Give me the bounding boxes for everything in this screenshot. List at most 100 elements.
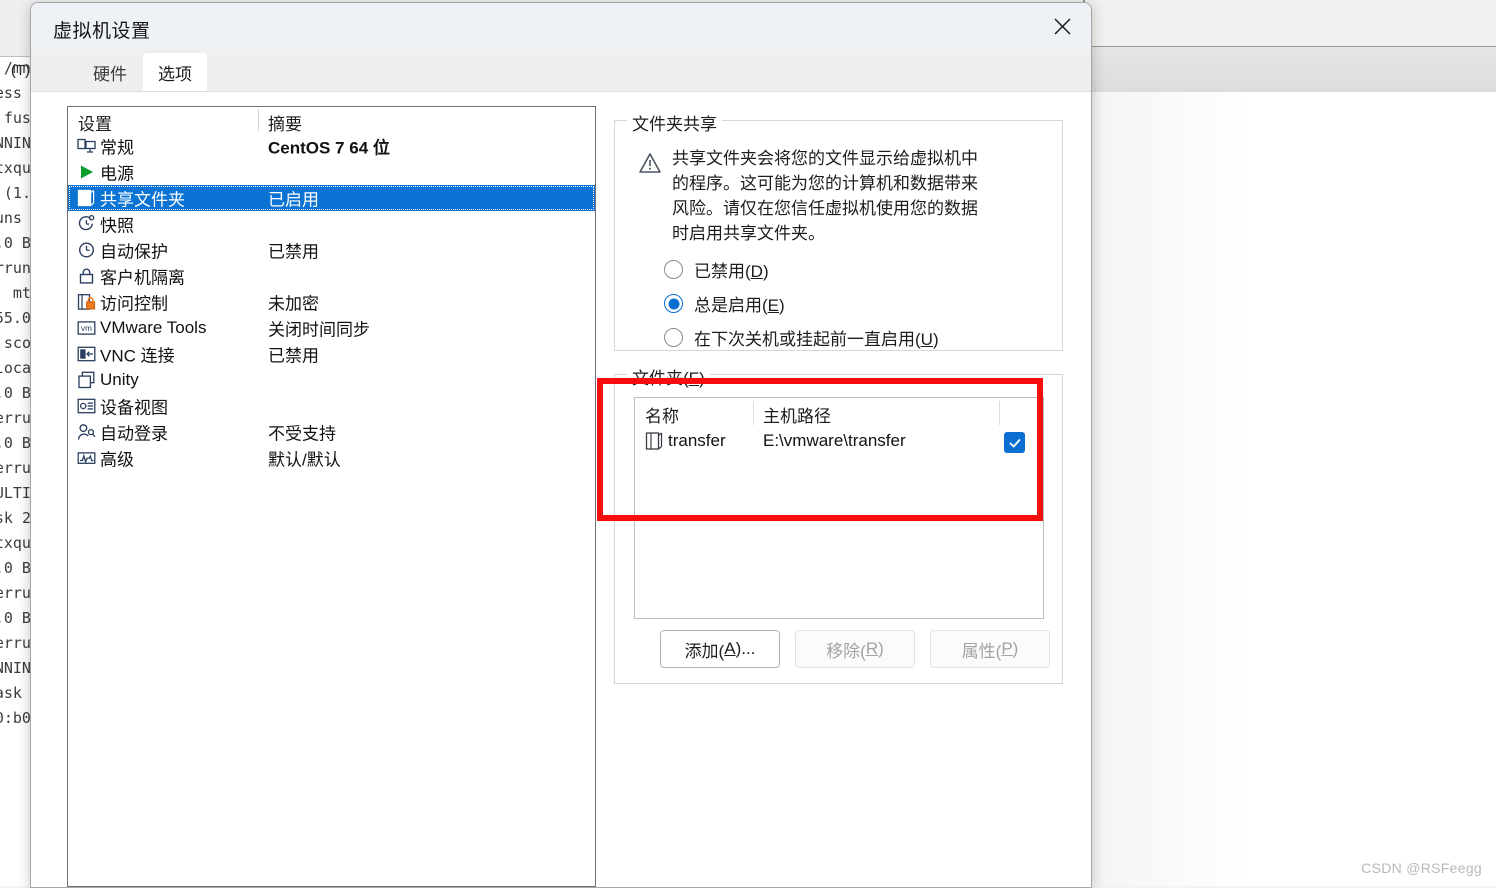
- background-right-body: [1083, 92, 1496, 886]
- settings-list-item-label: 电源: [100, 164, 134, 184]
- settings-list-item-5[interactable]: 自动保护 已禁用: [68, 237, 595, 263]
- settings-list-item-summary: 已启用: [268, 190, 319, 210]
- terminal-line: TX packets 0 bytes 0 (0.0 B): [0, 434, 30, 452]
- settings-list-item-label: 自动保护: [100, 242, 168, 262]
- options-right-pane: 文件夹共享 共享文件夹会将您的文件显示给虚拟机中的程序。这可能为您的计算机和数据…: [614, 106, 1074, 887]
- background-terminal-output: shared folders are mounted under /mnt you…: [0, 56, 30, 886]
- terminal-line: TX errors 0 dropped 0 overruns 0: [0, 209, 22, 227]
- radio-mark: [664, 294, 683, 313]
- settings-list-item-10[interactable]: Unity: [68, 367, 595, 393]
- settings-list-item-summary: 默认/默认: [268, 450, 341, 470]
- watermark: CSDN @RSFeegg: [1361, 860, 1482, 876]
- folder-enabled-checkbox[interactable]: [1004, 432, 1025, 453]
- unity-icon: [77, 371, 96, 390]
- settings-list-item-label: 自动登录: [100, 424, 168, 444]
- settings-list-item-label: 快照: [100, 216, 134, 236]
- column-header-settings: 设置: [78, 115, 112, 134]
- folder-properties-button: 属性(P): [930, 630, 1050, 668]
- settings-list-item-12[interactable]: 自动登录 不受支持: [68, 419, 595, 445]
- tab-options[interactable]: 选项: [143, 53, 207, 92]
- settings-list-item-label: 设备视图: [100, 398, 168, 418]
- settings-list-item-summary: 已禁用: [268, 346, 319, 366]
- radio-label-until: 在下次关机或挂起前一直启用(U): [694, 330, 939, 349]
- settings-list-item-label: 常规: [100, 138, 134, 158]
- terminal-line: flags=4163<UP,BROADCAST,RUNNING: [0, 659, 30, 677]
- folder-sharing-group: 文件夹共享 共享文件夹会将您的文件显示给虚拟机中的程序。这可能为您的计算机和数据…: [614, 110, 1063, 351]
- table-row[interactable]: transfer E:\vmware\transfer: [635, 427, 1043, 457]
- radio-mark: [664, 328, 683, 347]
- settings-list-item-label: VNC 连接: [100, 346, 175, 366]
- radio-sharing-always-enabled[interactable]: 总是启用(E): [664, 291, 785, 316]
- terminal-lines-container: shared folders are mounted under /mnt you…: [0, 56, 30, 731]
- dialog-title: 虚拟机设置: [53, 21, 151, 42]
- radio-label-disabled: 已禁用(D): [694, 262, 769, 281]
- folder-sharing-warning-text: 共享文件夹会将您的文件显示给虚拟机中的程序。这可能为您的计算机和数据带来风险。请…: [672, 149, 978, 243]
- terminal-line: TX packets 0 bytes 0 (0.0 B): [0, 609, 30, 627]
- add-folder-button[interactable]: 添加(A)...: [660, 630, 780, 668]
- folders-header-separator-2: [999, 401, 1000, 425]
- folder-sharing-group-title: 文件夹共享: [627, 110, 722, 135]
- shared-folders-table[interactable]: 名称 主机路径 transfer E:\vmware\transfer: [634, 397, 1044, 619]
- terminal-line: RX packets 0 bytes 0 (0.0 B): [0, 384, 30, 402]
- settings-list-item-label: 高级: [100, 450, 134, 470]
- folder-host-path: E:\vmware\transfer: [763, 431, 906, 450]
- dialog-content: 设置 摘要 常规 CentOS 7 64 位电源 共享文件夹 已启用 快照 自动保护 已禁用…: [31, 92, 1091, 887]
- header-separator: [258, 109, 259, 131]
- auto-login-icon: [77, 423, 96, 442]
- terminal-line: ether 00:0c:29 txqueuelen local: [0, 359, 30, 377]
- autoprotect-clock-icon: [77, 241, 96, 260]
- lock-icon: [77, 267, 96, 286]
- settings-list-item-11[interactable]: 设备视图: [68, 393, 595, 419]
- radio-sharing-until-shutdown[interactable]: 在下次关机或挂起前一直启用(U): [664, 325, 939, 350]
- background-tabstrip: [0, 0, 33, 57]
- settings-list-item-8[interactable]: vm VMware Tools 关闭时间同步: [68, 315, 595, 341]
- settings-list-item-label: VMware Tools: [100, 318, 207, 337]
- folders-table-header: 名称 主机路径: [635, 398, 1043, 427]
- access-control-lock-icon: [77, 293, 96, 312]
- background-right-titlebar: [1083, 0, 1496, 47]
- settings-list-header: 设置 摘要: [68, 107, 595, 134]
- terminal-line: TX packets 0 bytes 0 (0.0 B): [0, 234, 30, 252]
- dialog-titlebar: 虚拟机设置: [31, 3, 1091, 50]
- settings-list[interactable]: 设置 摘要 常规 CentOS 7 64 位电源 共享文件夹 已启用 快照 自动保护 已禁用…: [67, 106, 596, 887]
- device-view-icon: [77, 397, 96, 416]
- settings-list-item-1[interactable]: 常规 CentOS 7 64 位: [68, 133, 595, 159]
- terminal-line: shared folders are mounted under /mnt: [3, 59, 30, 77]
- terminal-line: RX errors 0 dropped 0 overruns 0 txque: [0, 159, 30, 177]
- terminal-line: UP BROADCAST RUNNING: [0, 134, 30, 152]
- tab-hardware[interactable]: 硬件: [77, 53, 143, 92]
- settings-list-item-4[interactable]: 快照: [68, 211, 595, 237]
- monitor-icon: [77, 137, 96, 156]
- settings-list-item-9[interactable]: VNC 连接 已禁用: [68, 341, 595, 367]
- terminal-line: RX errors 0 dropped 0 overrun: [0, 409, 30, 427]
- settings-list-item-2[interactable]: 电源: [68, 159, 595, 185]
- terminal-line: RX packets 0 bytes 0 txque: [0, 534, 30, 552]
- column-header-name: 名称: [645, 407, 679, 426]
- settings-list-item-6[interactable]: 客户机隔离: [68, 263, 595, 289]
- close-icon[interactable]: [1033, 3, 1091, 50]
- background-right-toolbar: [1083, 47, 1496, 93]
- dialog-tabstrip: 硬件 选项: [31, 50, 1091, 92]
- terminal-line: ether 00:0c:29 txqueuelen task 2: [0, 684, 22, 702]
- terminal-line: flags=4163<UP,BROADCAST,MULTIC: [0, 484, 30, 502]
- settings-list-item-summary: 未加密: [268, 294, 319, 314]
- folders-group-title: 文件夹(F): [627, 364, 710, 389]
- vmware-tools-icon: vm: [77, 319, 96, 338]
- settings-list-item-3[interactable]: 共享文件夹 已启用: [68, 185, 595, 211]
- terminal-line: collisions 0 dropped 0 overrun: [0, 634, 30, 652]
- folder-name: transfer: [668, 431, 726, 450]
- settings-list-item-summary: CentOS 7 64 位: [268, 138, 390, 158]
- svg-text:vm: vm: [81, 324, 92, 333]
- terminal-line: inet6 fe80::1 prefixlen 64 scop: [3, 334, 30, 352]
- advanced-chart-icon: [77, 449, 96, 468]
- remove-folder-button: 移除(R): [795, 630, 915, 668]
- radio-sharing-disabled[interactable]: 已禁用(D): [664, 257, 769, 282]
- terminal-line: collisions 0 overruns: [0, 259, 30, 277]
- column-header-summary: 摘要: [268, 115, 302, 134]
- shared-folder-icon: [77, 189, 96, 208]
- settings-list-item-13[interactable]: 高级 默认/默认: [68, 445, 595, 471]
- folders-group: 文件夹(F) 名称 主机路径 transfer E:\vmware\transf…: [614, 364, 1063, 684]
- play-icon: [77, 163, 96, 182]
- snapshot-clock-icon: [77, 214, 96, 234]
- settings-list-item-7[interactable]: 访问控制 未加密: [68, 289, 595, 315]
